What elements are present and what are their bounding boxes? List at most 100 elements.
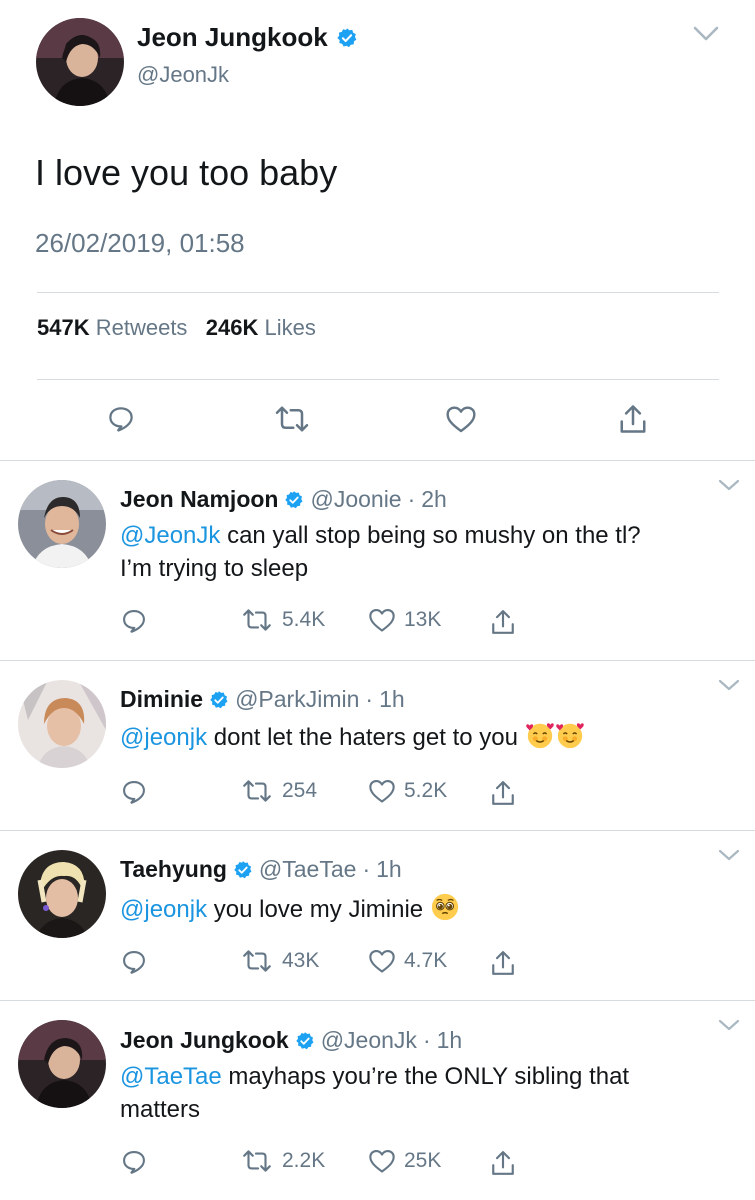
reply-time: 2h	[421, 486, 447, 512]
retweet-button[interactable]: 2.2K	[240, 1148, 325, 1174]
reply-author-name[interactable]: Jeon Jungkook	[120, 1027, 289, 1054]
reply-text: @TaeTae mayhaps you’re the ONLY sibling …	[120, 1060, 720, 1126]
reply-button[interactable]	[120, 778, 148, 806]
reply-text-line: I’m trying to sleep	[120, 555, 309, 582]
reply-text-line: mayhaps you’re the ONLY sibling that	[221, 1063, 630, 1090]
reply-actions: 254 5.2K	[120, 778, 540, 812]
divider	[0, 830, 755, 831]
reply-actions: 5.4K 13K	[120, 607, 540, 641]
reply-author-name[interactable]: Jeon Namjoon	[120, 486, 278, 513]
mention-link[interactable]: @jeonjk	[120, 896, 207, 923]
main-author-name[interactable]: Jeon Jungkook	[137, 22, 358, 53]
reply-author-avatar[interactable]	[18, 1020, 106, 1108]
reply-author-avatar[interactable]	[18, 680, 106, 768]
verified-badge-icon	[285, 490, 303, 508]
reply-time: 1h	[376, 856, 402, 882]
like-count: 25K	[404, 1149, 442, 1172]
chevron-down-icon[interactable]	[718, 678, 740, 692]
mention-link[interactable]: @JeonJk	[120, 522, 220, 549]
like-button[interactable]: 13K	[368, 607, 441, 633]
reply-icon[interactable]	[106, 404, 136, 434]
share-icon	[492, 951, 514, 975]
mention-link[interactable]: @jeonjk	[120, 724, 207, 751]
reply-text-line: dont let the haters get to you	[207, 724, 525, 751]
pleading-face-emoji-icon	[431, 893, 458, 921]
divider	[37, 292, 719, 293]
chevron-down-icon[interactable]	[718, 848, 740, 862]
chevron-down-icon[interactable]	[718, 1018, 740, 1032]
retweet-button[interactable]: 254	[240, 778, 317, 804]
like-count: 5.2K	[404, 779, 448, 802]
verified-badge-icon	[210, 690, 228, 708]
reply-header: Taehyung @TaeTae · 1h	[120, 856, 402, 883]
share-button[interactable]	[490, 607, 516, 637]
chevron-down-icon[interactable]	[718, 478, 740, 492]
share-icon	[492, 1151, 514, 1175]
main-tweet-text: I love you too baby	[35, 152, 338, 193]
separator-dot: ·	[407, 486, 416, 512]
share-button[interactable]	[490, 948, 516, 978]
retweets-count[interactable]: 547K	[37, 315, 90, 340]
reply-actions: 43K 4.7K	[120, 948, 540, 982]
like-button[interactable]: 4.7K	[368, 948, 447, 974]
reply-icon	[123, 610, 145, 633]
share-icon[interactable]	[618, 402, 648, 436]
likes-count[interactable]: 246K	[206, 315, 259, 340]
reply-author-avatar[interactable]	[18, 480, 106, 568]
like-heart-icon	[369, 609, 395, 632]
share-icon	[492, 781, 514, 805]
reply-text: @JeonJk can yall stop being so mushy on …	[120, 519, 720, 585]
reply-author-handle[interactable]: @TaeTae	[259, 856, 357, 883]
divider	[0, 660, 755, 661]
reply-author-handle[interactable]: @ParkJimin	[235, 686, 359, 713]
reply-button[interactable]	[120, 948, 148, 976]
verified-badge-icon	[337, 27, 357, 47]
mention-link[interactable]: @TaeTae	[120, 1063, 222, 1090]
separator-dot: ·	[362, 856, 371, 882]
verified-badge-icon	[234, 860, 252, 878]
main-author-handle[interactable]: @JeonJk	[137, 62, 229, 88]
like-count: 4.7K	[404, 949, 448, 972]
main-author-avatar[interactable]	[36, 18, 124, 106]
reply-text-line: can yall stop being so mushy on the tl?	[220, 522, 641, 549]
retweet-icon	[243, 950, 271, 972]
retweet-count: 254	[282, 779, 318, 802]
reply-icon	[123, 951, 145, 974]
retweet-icon	[243, 609, 271, 631]
likes-label[interactable]: Likes	[265, 315, 316, 340]
retweet-icon	[243, 780, 271, 802]
chevron-down-icon[interactable]	[692, 24, 720, 44]
like-button[interactable]: 5.2K	[368, 778, 447, 804]
separator-dot: ·	[365, 686, 374, 712]
reply-button[interactable]	[120, 1148, 148, 1176]
reply-header: Diminie @ParkJimin · 1h	[120, 686, 405, 713]
retweet-icon	[243, 1150, 271, 1172]
share-button[interactable]	[490, 1148, 516, 1178]
reply-button[interactable]	[120, 607, 148, 635]
like-button[interactable]: 25K	[368, 1148, 441, 1174]
like-heart-icon	[369, 950, 395, 973]
reply-text: @jeonjk you love my Jiminie	[120, 892, 720, 926]
retweets-label[interactable]: Retweets	[96, 315, 188, 340]
reply-icon	[123, 781, 145, 804]
retweet-button[interactable]: 5.4K	[240, 607, 325, 633]
reply-author-name[interactable]: Taehyung	[120, 856, 227, 883]
reply-author-handle[interactable]: @Joonie	[310, 486, 401, 513]
reply-author-handle[interactable]: @JeonJk	[321, 1027, 417, 1054]
reply-author-avatar[interactable]	[18, 850, 106, 938]
retweet-count: 43K	[282, 949, 320, 972]
like-count: 13K	[404, 608, 442, 631]
tweet-stats: 547K Retweets 246K Likes	[37, 315, 316, 341]
retweet-button[interactable]: 43K	[240, 948, 319, 974]
main-tweet-timestamp: 26/02/2019, 01:58	[35, 228, 245, 258]
retweet-count: 5.4K	[282, 608, 326, 631]
verified-badge-icon	[295, 1031, 314, 1049]
reply-actions: 2.2K 25K	[120, 1148, 540, 1182]
separator-dot: ·	[422, 1027, 431, 1053]
like-heart-icon[interactable]	[445, 404, 477, 434]
reply-author-name[interactable]: Diminie	[120, 686, 203, 713]
share-button[interactable]	[490, 778, 516, 808]
author-name-text[interactable]: Jeon Jungkook	[137, 22, 328, 53]
reply-icon	[123, 1151, 145, 1174]
retweet-icon[interactable]	[272, 404, 312, 434]
